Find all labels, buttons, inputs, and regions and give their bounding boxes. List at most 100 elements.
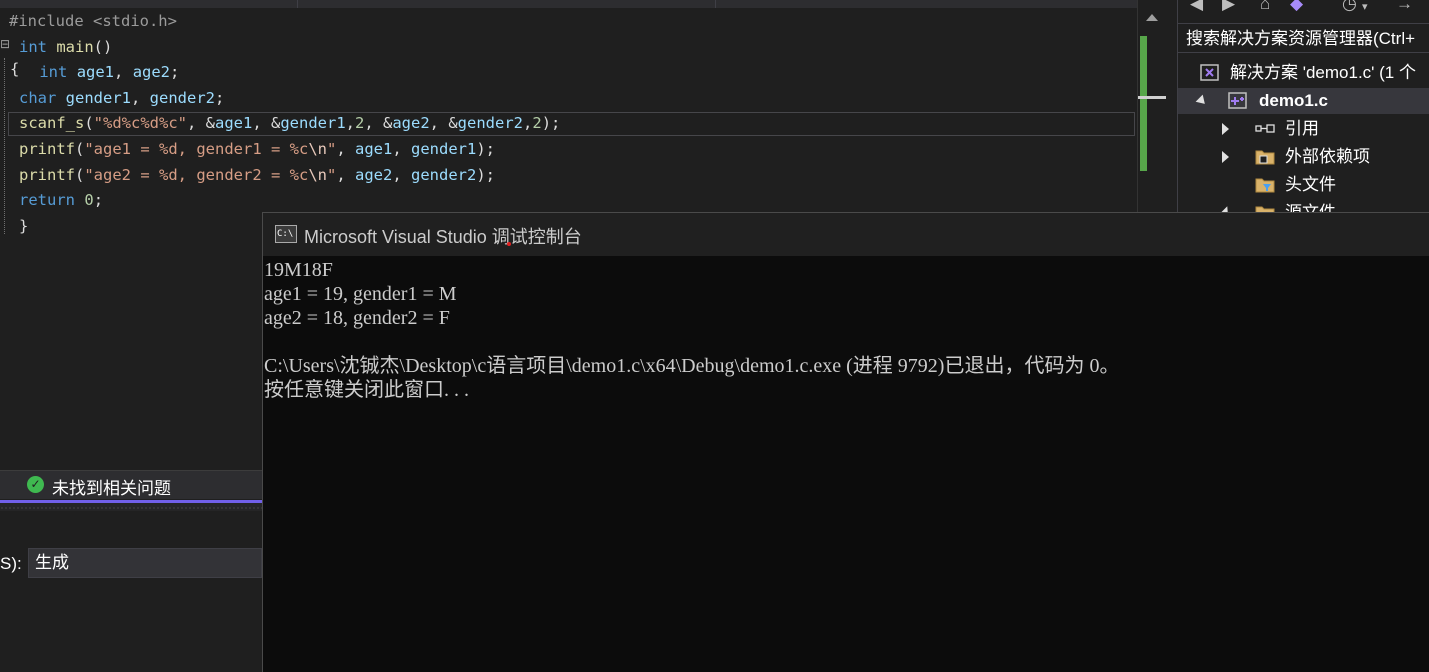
code-token: "age2 = %d, gender2 = %c bbox=[84, 165, 309, 184]
code-token: , & bbox=[187, 114, 215, 133]
editor-navigation-bar[interactable] bbox=[0, 0, 1137, 8]
code-token: gender1 bbox=[280, 114, 346, 133]
external-dependencies-icon bbox=[1255, 148, 1275, 166]
back-icon[interactable]: ◀ bbox=[1190, 0, 1203, 14]
code-token: " bbox=[326, 165, 337, 184]
code-token: 0 bbox=[84, 191, 94, 210]
code-token: , bbox=[114, 63, 133, 82]
code-token: 2 bbox=[355, 114, 365, 133]
code-token: int bbox=[19, 37, 47, 56]
code-token: , bbox=[336, 165, 355, 184]
open-brace: { bbox=[10, 60, 20, 78]
collapsed-arrow-icon[interactable] bbox=[1222, 123, 1229, 135]
code-token: #include <stdio.h> bbox=[9, 12, 177, 30]
code-token: gender2 bbox=[457, 114, 523, 133]
code-token: ); bbox=[476, 165, 495, 184]
fold-collapse-icon[interactable]: ⊟ bbox=[0, 37, 10, 51]
code-token: main bbox=[56, 37, 94, 56]
project-node[interactable]: demo1.c bbox=[1178, 88, 1429, 114]
pending-changes-icon[interactable]: ◷ bbox=[1342, 0, 1357, 14]
code-token: age1 bbox=[355, 139, 393, 158]
code-token: , bbox=[336, 139, 355, 158]
code-token: , & bbox=[429, 114, 458, 133]
code-token: ( bbox=[75, 165, 85, 184]
code-token: ; bbox=[93, 191, 104, 210]
code-token: age2 bbox=[392, 114, 430, 133]
chevron-down-icon[interactable]: ▾ bbox=[1362, 0, 1368, 13]
collapsed-arrow-icon[interactable] bbox=[1222, 151, 1229, 163]
panel-splitter[interactable] bbox=[0, 500, 262, 511]
code-token: , bbox=[131, 88, 150, 107]
code-token: age2 bbox=[132, 63, 171, 82]
tree-item-label: 源文件 bbox=[1285, 200, 1336, 212]
switch-views-icon[interactable]: ◆ bbox=[1290, 0, 1303, 14]
solution-icon bbox=[1200, 64, 1219, 81]
code-token: ); bbox=[476, 139, 495, 158]
tree-item-label: 引用 bbox=[1285, 119, 1319, 138]
forward-icon[interactable]: ▶ bbox=[1222, 0, 1235, 14]
indent-guide bbox=[4, 58, 6, 234]
code-token: char bbox=[19, 88, 57, 107]
code-token: ; bbox=[170, 63, 180, 82]
code-token: } bbox=[19, 216, 29, 235]
solution-explorer-toolbar: ◀ ▶ ⌂ ◆ ◷ ▾ → bbox=[1178, 0, 1429, 20]
console-title: Microsoft Visual Studio 调试控制台 bbox=[304, 227, 582, 247]
solution-explorer: ◀ ▶ ⌂ ◆ ◷ ▾ → 搜索解决方案资源管理器(Ctrl+ 解决方案 'de… bbox=[1177, 0, 1429, 212]
code-token: age1 bbox=[76, 63, 115, 82]
code-token: ( bbox=[75, 139, 85, 158]
debug-console-window[interactable]: Microsoft Visual Studio 调试控制台 19M18F age… bbox=[262, 212, 1429, 672]
output-panel: S): 生成 bbox=[0, 511, 262, 672]
code-token: scanf_s bbox=[19, 114, 85, 133]
code-token: ; bbox=[215, 88, 225, 107]
expanded-arrow-icon[interactable] bbox=[1195, 94, 1209, 108]
code-token: gender1 bbox=[65, 88, 131, 107]
output-source-label: S): bbox=[0, 554, 22, 573]
tree-item-label: 头文件 bbox=[1285, 175, 1336, 194]
home-icon[interactable]: ⌂ bbox=[1260, 0, 1270, 14]
code-token: "age1 = %d, gender1 = %c bbox=[84, 139, 309, 158]
project-icon bbox=[1228, 92, 1247, 109]
solution-search-input[interactable]: 搜索解决方案资源管理器(Ctrl+ bbox=[1178, 23, 1429, 53]
code-token: return bbox=[19, 191, 75, 210]
header-files-filter-icon bbox=[1255, 176, 1275, 194]
code-token: \n bbox=[308, 165, 327, 184]
code-token: , bbox=[392, 165, 411, 184]
code-token: printf bbox=[19, 139, 75, 158]
no-issues-label: 未找到相关问题 bbox=[52, 479, 171, 498]
sync-icon[interactable]: → bbox=[1396, 0, 1413, 14]
project-label: demo1.c bbox=[1259, 91, 1328, 110]
code-token: ( bbox=[84, 114, 94, 133]
output-source-dropdown[interactable]: 生成 bbox=[28, 548, 262, 578]
scroll-up-arrow-icon[interactable] bbox=[1146, 14, 1158, 21]
code-token: , & bbox=[252, 114, 281, 133]
reference-icon bbox=[1255, 120, 1275, 138]
checkmark-icon: ✓ bbox=[27, 476, 44, 493]
code-token: gender1 bbox=[411, 139, 477, 158]
cursor-dot bbox=[507, 242, 511, 246]
console-icon bbox=[275, 225, 297, 243]
code-token: 2 bbox=[532, 114, 542, 133]
code-token: gender2 bbox=[149, 88, 215, 107]
code-token: , bbox=[392, 139, 411, 158]
console-output[interactable]: 19M18F age1 = 19, gender1 = M age2 = 18,… bbox=[264, 258, 1119, 402]
code-token: , bbox=[523, 114, 533, 133]
error-list-status-bar: ✓ 未找到相关问题 bbox=[0, 470, 262, 499]
code-token: () bbox=[93, 37, 113, 56]
code-token: int bbox=[39, 63, 68, 82]
code-token: age2 bbox=[355, 165, 393, 184]
code-token: "%d%c%d%c" bbox=[93, 114, 187, 133]
scrollbar-thumb[interactable] bbox=[1138, 96, 1166, 99]
code-token: \n bbox=[308, 139, 327, 158]
solution-label: 解决方案 'demo1.c' (1 个 bbox=[1230, 63, 1416, 82]
tree-item-label: 外部依赖项 bbox=[1285, 147, 1370, 166]
code-token: age1 bbox=[215, 114, 253, 133]
code-token: , bbox=[345, 114, 355, 133]
code-token: ); bbox=[541, 114, 561, 133]
code-token: , & bbox=[364, 114, 393, 133]
console-title-bar[interactable]: Microsoft Visual Studio 调试控制台 bbox=[263, 213, 1429, 256]
